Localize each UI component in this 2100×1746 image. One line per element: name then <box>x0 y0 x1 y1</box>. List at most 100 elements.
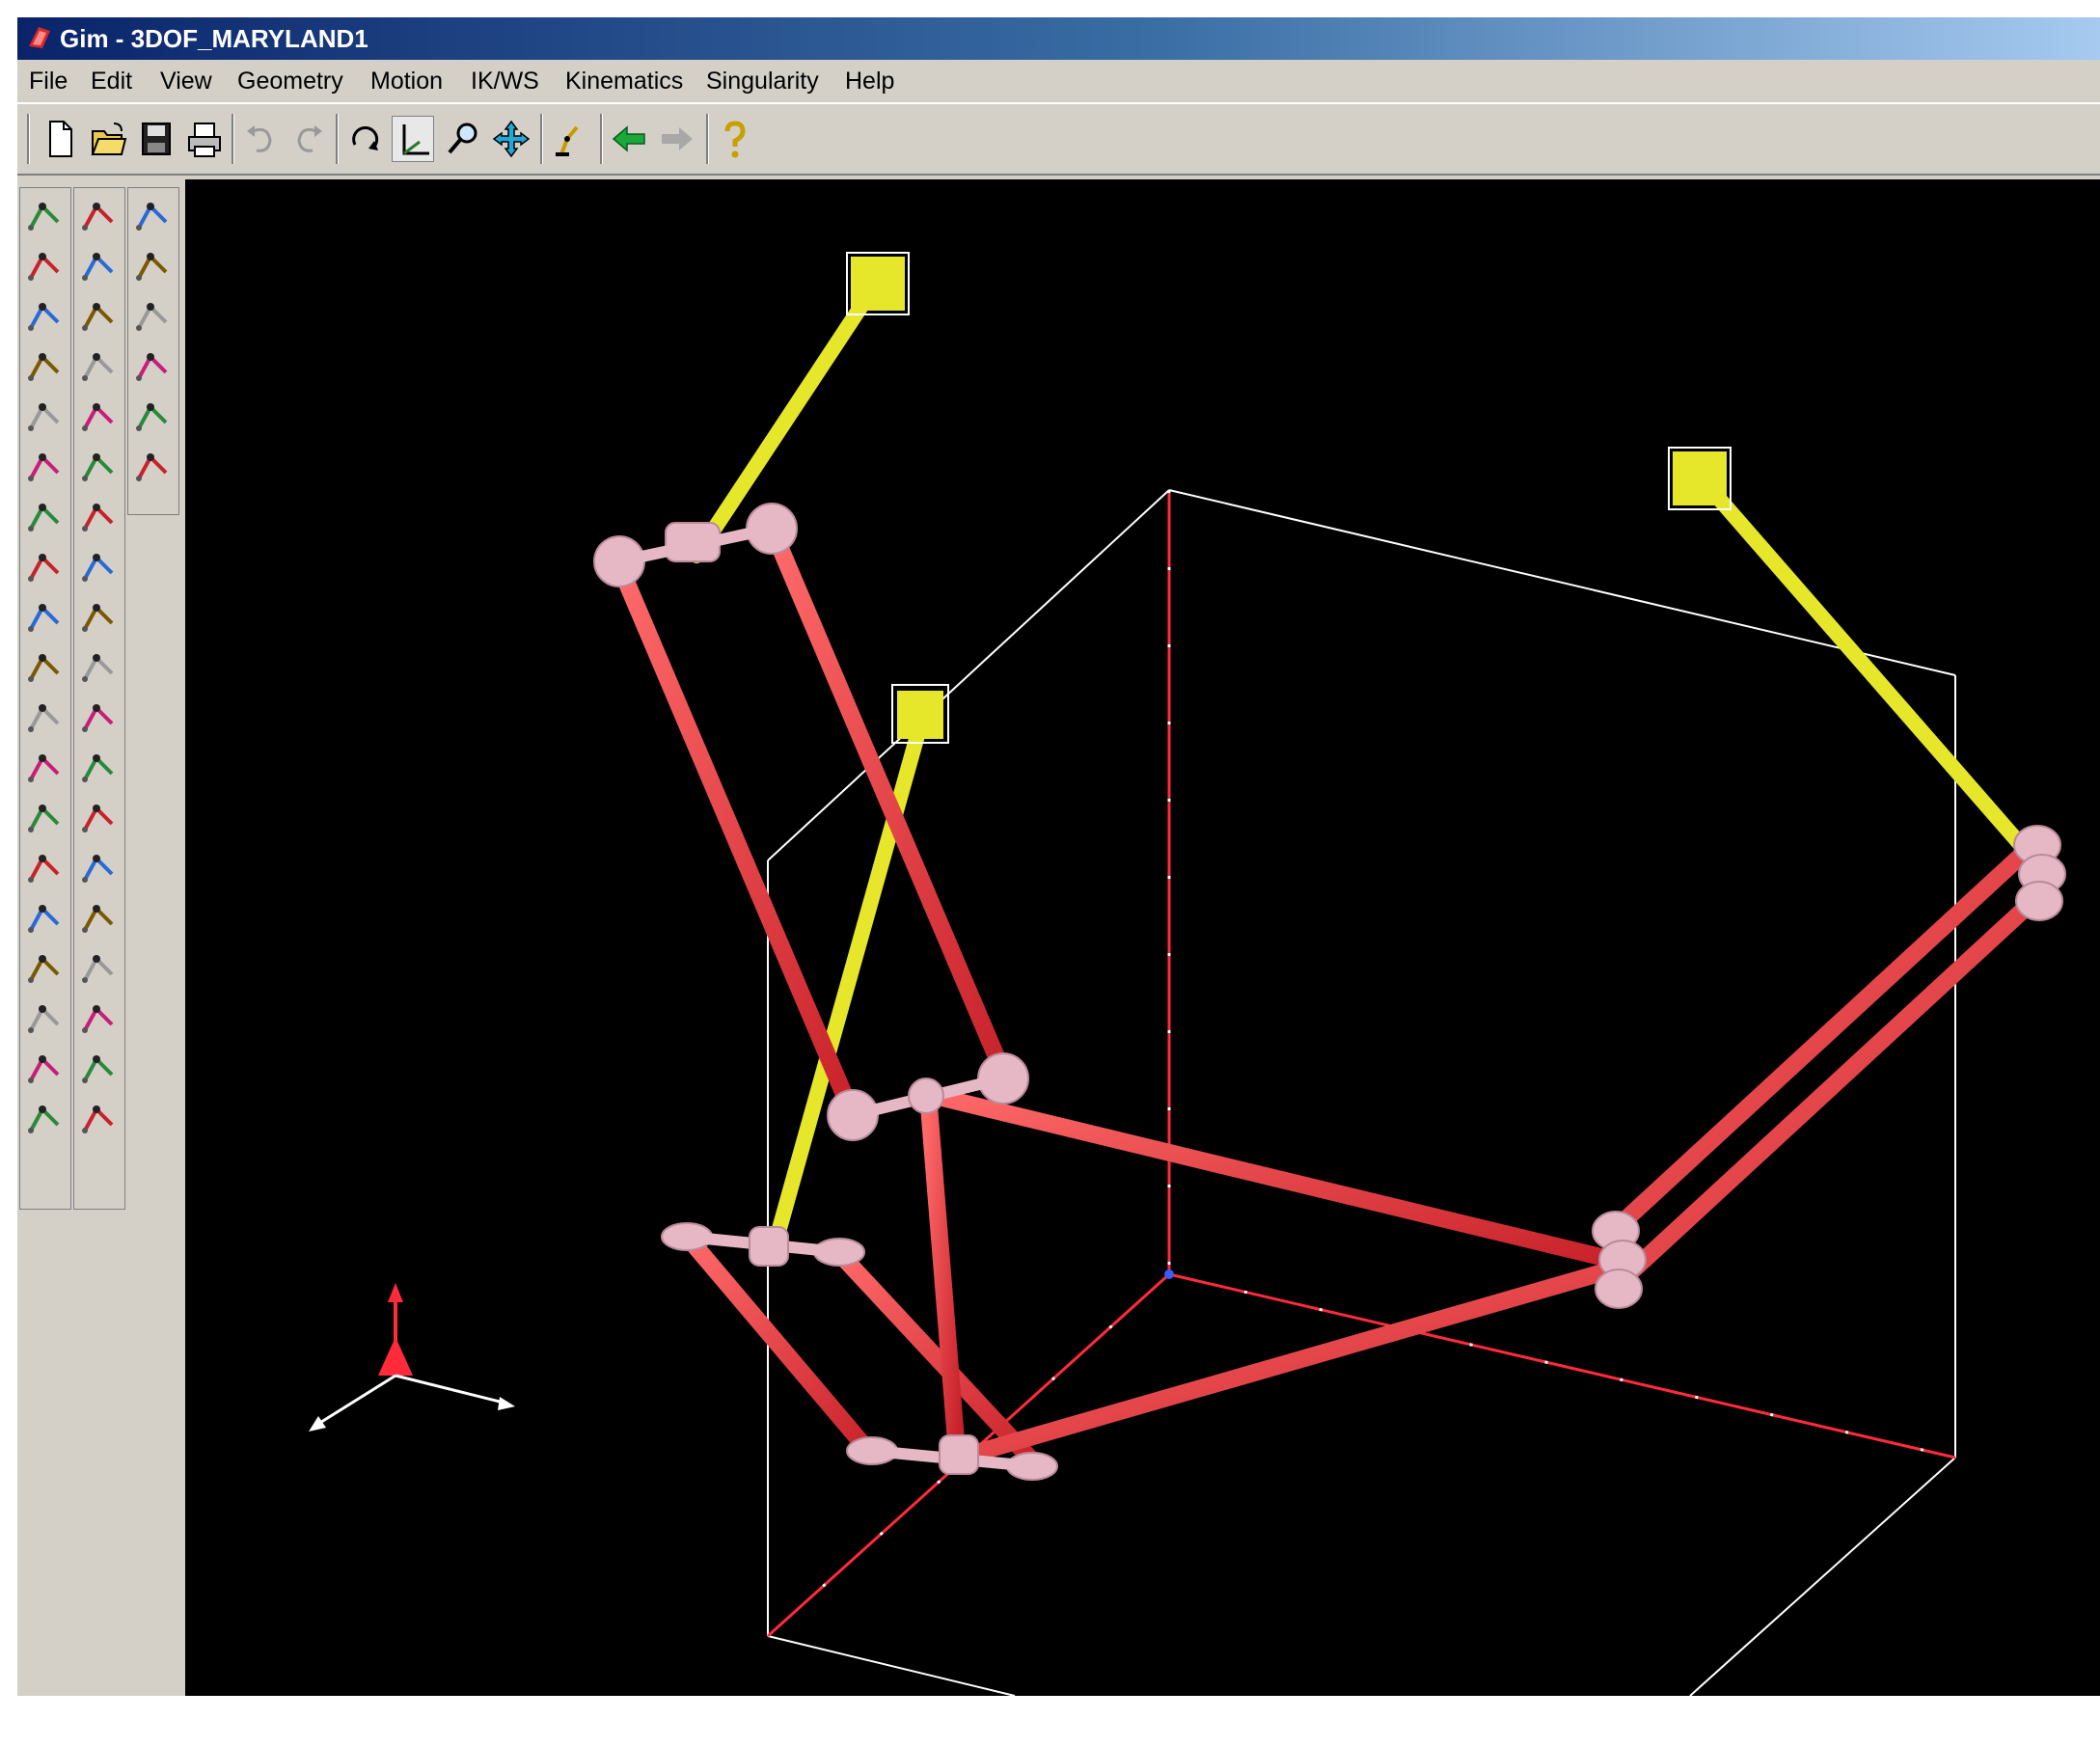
surface-tool-button[interactable] <box>23 797 66 839</box>
polygon-tool-button[interactable] <box>23 546 66 588</box>
save-button[interactable] <box>135 116 177 162</box>
point-tool-icon <box>28 403 60 431</box>
arrow-link-button[interactable] <box>131 446 174 488</box>
toolbar-separator <box>600 114 603 164</box>
actuator-icon <box>82 403 114 431</box>
section-tool-button[interactable] <box>23 1098 66 1140</box>
forward-button[interactable] <box>656 116 698 162</box>
prismatic-joint-button[interactable] <box>77 345 120 388</box>
actuator-button[interactable] <box>77 396 120 438</box>
frame-tool-button[interactable] <box>23 997 66 1040</box>
sparkle-tool-button[interactable] <box>77 696 120 739</box>
path-tool-button[interactable] <box>23 847 66 889</box>
workspace-icon <box>136 203 168 231</box>
menu-kinematics[interactable]: Kinematics <box>561 62 687 100</box>
back-button[interactable] <box>608 116 650 162</box>
help-button[interactable] <box>714 116 756 162</box>
mechanism-box-button[interactable] <box>23 345 66 388</box>
app-window: Gim - 3DOF_MARYLAND1 File Edit View Geom… <box>17 17 2100 1696</box>
triangle-tool-button[interactable] <box>77 646 120 689</box>
arrow-tool-button[interactable] <box>23 897 66 940</box>
surface-tool-icon <box>28 805 60 832</box>
spiral-joint-button[interactable] <box>77 446 120 488</box>
menu-ik-ws[interactable]: IK/WS <box>467 62 543 100</box>
angle-tool-button[interactable] <box>77 195 120 237</box>
analysis-tool-icon <box>82 554 114 582</box>
workspace-button[interactable] <box>131 195 174 237</box>
trajectory-pen-button[interactable] <box>23 696 66 739</box>
link-tool-icon <box>28 203 60 231</box>
title-bar[interactable]: Gim - 3DOF_MARYLAND1 <box>17 17 2100 60</box>
zoom-icon <box>448 123 477 154</box>
play-icon <box>82 955 114 983</box>
shell-tool-button[interactable] <box>77 596 120 639</box>
open-folder-icon <box>91 123 127 155</box>
sphere-tool-button[interactable] <box>23 747 66 789</box>
toolbar-separator <box>27 114 30 164</box>
link-tool-button[interactable] <box>23 195 66 237</box>
menu-view[interactable]: View <box>156 62 216 100</box>
menu-geometry[interactable]: Geometry <box>233 62 347 100</box>
redo-button[interactable] <box>287 116 330 162</box>
undo-button[interactable] <box>239 116 282 162</box>
robot-arm-button[interactable] <box>548 116 590 162</box>
plane-tool-button[interactable] <box>23 496 66 538</box>
first-frame-button[interactable] <box>77 747 120 789</box>
angle-tool-icon <box>82 203 114 231</box>
line-tool-icon <box>28 453 60 481</box>
segment-tool-button[interactable] <box>23 646 66 689</box>
new-file-button[interactable] <box>39 116 81 162</box>
print-icon <box>188 123 221 157</box>
zoom-button[interactable] <box>442 116 484 162</box>
line-tool-button[interactable] <box>23 446 66 488</box>
window-title: Gim - 3DOF_MARYLAND1 <box>60 24 368 53</box>
menu-edit[interactable]: Edit <box>87 62 136 100</box>
step-forward-button[interactable] <box>77 997 120 1040</box>
intersect-tool-button[interactable] <box>23 947 66 990</box>
help-question-icon <box>724 121 746 158</box>
new-file-icon <box>49 121 72 157</box>
graph-tool-button[interactable] <box>77 1098 120 1140</box>
menu-file[interactable]: File <box>25 62 71 100</box>
open-button[interactable] <box>87 116 129 162</box>
intersect-tool-icon <box>28 955 60 983</box>
cross-joint-button[interactable] <box>23 295 66 338</box>
rewind-button[interactable] <box>77 847 120 889</box>
polygon-tool-icon <box>28 554 60 582</box>
singularity-check-button[interactable] <box>131 295 174 338</box>
first-frame-icon <box>82 754 114 782</box>
curve-tool-button[interactable] <box>23 245 66 287</box>
twist-button[interactable] <box>131 245 174 287</box>
play-button[interactable] <box>77 947 120 990</box>
turn-tool-button[interactable] <box>23 1048 66 1090</box>
frame-tool-icon <box>28 1005 60 1033</box>
circle-tool-button[interactable] <box>23 596 66 639</box>
menu-motion[interactable]: Motion <box>367 62 447 100</box>
arrow-tool-icon <box>28 905 60 933</box>
menu-singularity[interactable]: Singularity <box>702 62 823 100</box>
scissor-tool-button[interactable] <box>77 496 120 538</box>
graph-tool-icon <box>82 1105 114 1133</box>
step-back-button[interactable] <box>77 797 120 839</box>
rotate-view-button[interactable] <box>343 116 386 162</box>
point-tool-button[interactable] <box>23 396 66 438</box>
revolute-joint-icon <box>82 303 114 331</box>
analysis-tool-button[interactable] <box>77 546 120 588</box>
menu-help[interactable]: Help <box>841 62 898 100</box>
gim-logo-icon <box>29 27 50 48</box>
base-joint-boxes <box>846 252 1732 744</box>
print-button[interactable] <box>183 116 226 162</box>
axes-view-button[interactable] <box>392 116 434 162</box>
cross-joint-icon <box>28 303 60 331</box>
drop-tool-button[interactable] <box>131 345 174 388</box>
pan-button[interactable] <box>490 116 532 162</box>
3d-viewport[interactable] <box>185 179 2100 1696</box>
cube-joint-button[interactable] <box>77 245 120 287</box>
step-forward-icon <box>82 1005 114 1033</box>
curve-tool-icon <box>28 253 60 281</box>
pause-button[interactable] <box>77 1048 120 1090</box>
stop-sign-button[interactable] <box>77 897 120 940</box>
check-tool-button[interactable] <box>131 396 174 438</box>
revolute-joint-button[interactable] <box>77 295 120 338</box>
spiral-joint-icon <box>82 453 114 481</box>
